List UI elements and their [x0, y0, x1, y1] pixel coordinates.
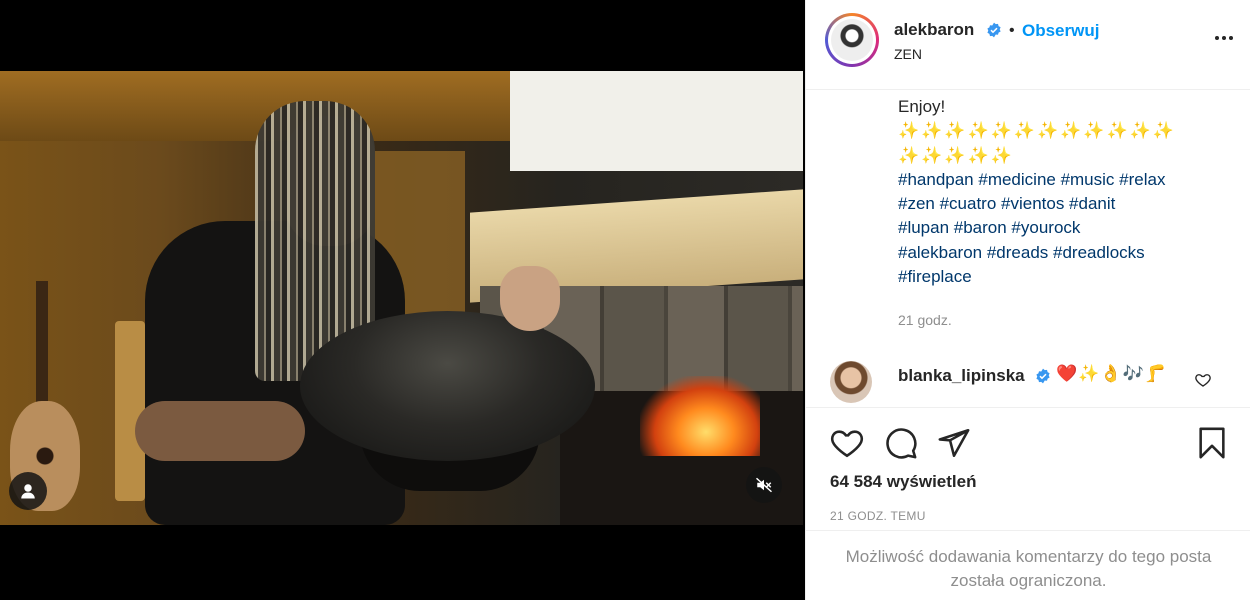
comment-like-heart-icon[interactable] — [1194, 371, 1212, 389]
post-location[interactable]: ZEN — [894, 46, 922, 62]
scene-guitar-neck — [36, 281, 48, 411]
video-frame[interactable] — [0, 71, 803, 525]
caption-enjoy: Enjoy! — [898, 97, 946, 116]
caption-emoji-row: ✨✨✨✨✨ — [898, 145, 1014, 165]
scene-arm — [135, 401, 305, 461]
separator-dot: • — [1009, 22, 1015, 39]
mute-toggle-button[interactable] — [746, 467, 782, 503]
post-header: alekbaron • Obserwuj ZEN — [806, 0, 1250, 90]
post-side-panel: alekbaron • Obserwuj ZEN ... Enjoy! ✨✨✨✨… — [805, 0, 1250, 600]
scene-hand — [500, 266, 560, 331]
author-username[interactable]: alekbaron — [894, 20, 974, 40]
caption-scroll-area[interactable]: ... Enjoy! ✨✨✨✨✨✨✨✨✨✨✨✨ ✨✨✨✨✨ #handpan #… — [806, 91, 1250, 407]
hashtag-line[interactable]: #alekbaron #dreads #dreadlocks — [898, 241, 1228, 265]
commenter-username[interactable]: blanka_lipinska — [898, 366, 1025, 386]
verified-badge-icon — [987, 22, 1001, 38]
hashtag-line[interactable]: #lupan #baron #yourock — [898, 216, 1228, 240]
muted-speaker-icon — [755, 477, 773, 493]
caption-hashtags: #handpan #medicine #music #relax #zen #c… — [898, 168, 1228, 289]
comment-text: ❤️✨👌🎶🦵 — [1056, 364, 1167, 383]
user-tags-button[interactable] — [9, 472, 47, 510]
post-actions: 64 584 wyświetleń 21 GODZ. TEMU — [806, 407, 1250, 529]
more-options-icon[interactable] — [1212, 26, 1236, 50]
scene-fire — [640, 376, 760, 456]
verified-badge-icon — [1036, 368, 1050, 384]
hashtag-line[interactable]: #zen #cuatro #vientos #danit — [898, 192, 1228, 216]
comments-restricted-notice: Możliwość dodawania komentarzy do tego p… — [806, 530, 1250, 600]
post-caption: ... Enjoy! ✨✨✨✨✨✨✨✨✨✨✨✨ ✨✨✨✨✨ #handpan #… — [898, 91, 1228, 289]
follow-button[interactable]: Obserwuj — [1022, 21, 1099, 41]
bookmark-icon[interactable] — [1195, 426, 1229, 460]
caption-emoji-row: ✨✨✨✨✨✨✨✨✨✨✨✨ — [898, 121, 1177, 141]
scene-chair — [115, 321, 145, 501]
heart-icon[interactable] — [830, 426, 864, 460]
author-avatar[interactable] — [825, 13, 879, 67]
scene-window — [510, 71, 803, 171]
user-tag-icon — [21, 484, 35, 499]
hashtag-line[interactable]: #handpan #medicine #music #relax — [898, 168, 1228, 192]
post-media — [0, 0, 805, 600]
comment-item: blanka_lipinska ❤️✨👌🎶🦵 — [830, 361, 1230, 407]
commenter-avatar[interactable] — [830, 361, 872, 403]
view-count[interactable]: 64 584 wyświetleń — [830, 472, 976, 492]
paper-plane-icon[interactable] — [937, 426, 971, 460]
comment-bubble-icon[interactable] — [884, 426, 918, 460]
hashtag-line[interactable]: #fireplace — [898, 265, 1228, 289]
post-timestamp[interactable]: 21 GODZ. TEMU — [830, 509, 926, 523]
caption-timestamp[interactable]: 21 godz. — [898, 312, 952, 328]
scene-handpan — [300, 311, 595, 461]
